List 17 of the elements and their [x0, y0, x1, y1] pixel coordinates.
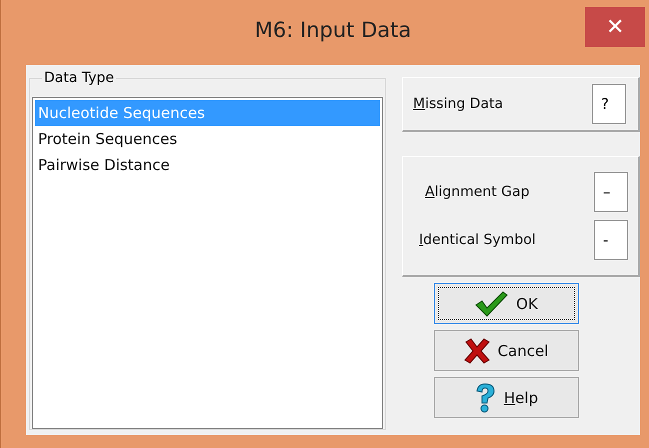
group-legend: Data Type — [42, 70, 116, 86]
input-field[interactable]: – — [594, 172, 628, 212]
list-item[interactable]: Protein Sequences — [35, 126, 380, 152]
checkmark-icon — [474, 290, 508, 316]
input-field[interactable]: ? — [592, 84, 626, 124]
help-button[interactable]: Help — [434, 377, 578, 418]
window-title: M6: Input Data — [254, 18, 412, 42]
ok-button[interactable]: OK — [434, 283, 578, 324]
close-button[interactable]: ✕ — [585, 7, 645, 47]
input-field[interactable]: - — [594, 220, 628, 260]
x-icon — [464, 338, 490, 364]
list-item[interactable]: Pairwise Distance — [35, 152, 380, 178]
cancel-button[interactable]: Cancel — [434, 330, 578, 371]
field-label: Identical Symbol — [419, 232, 536, 248]
question-mark-icon — [474, 382, 496, 412]
field-label: Missing Data — [413, 96, 504, 112]
field-label: Alignment Gap — [425, 184, 530, 200]
